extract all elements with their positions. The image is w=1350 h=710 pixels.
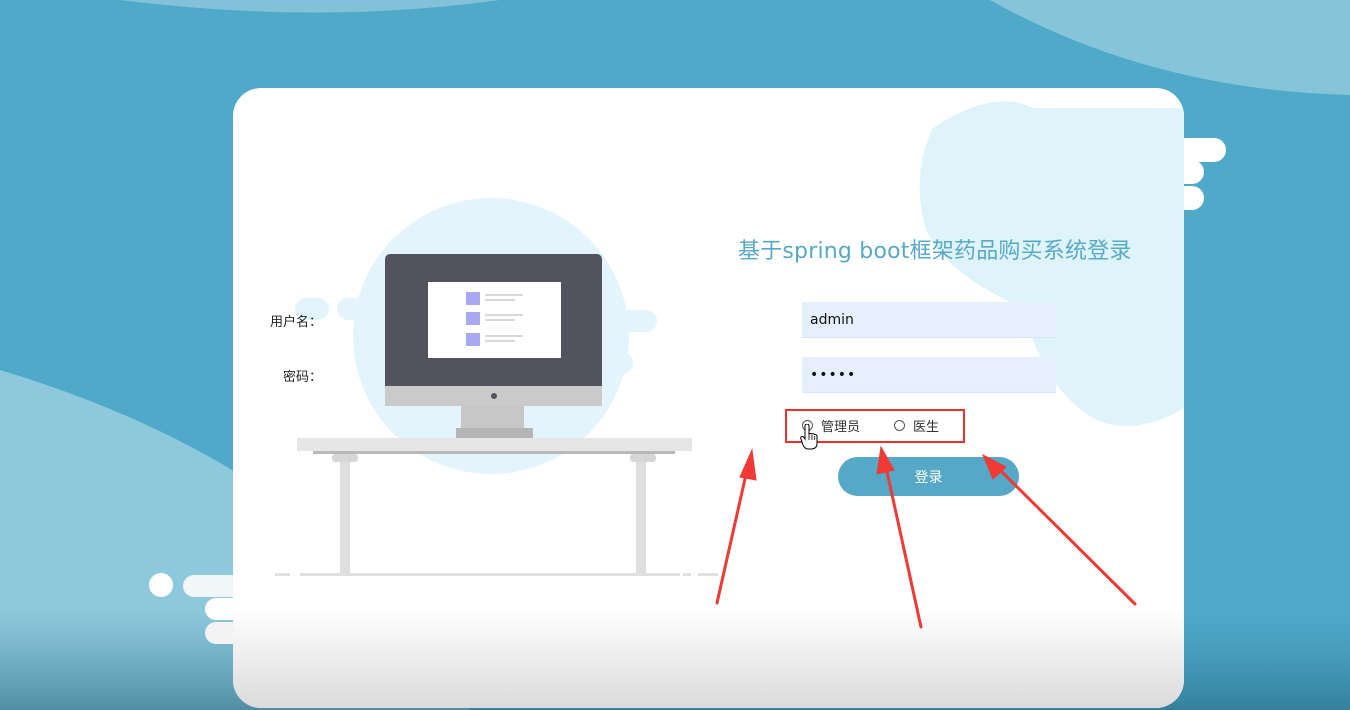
username-input[interactable] bbox=[802, 302, 1056, 338]
login-card: 基于spring boot框架药品购买系统登录 用户名： 密码： 管理员 医生 … bbox=[233, 88, 1184, 708]
hand-pointer-icon bbox=[800, 424, 818, 450]
role-option-doctor[interactable]: 医生 bbox=[894, 416, 939, 435]
login-title: 基于spring boot框架药品购买系统登录 bbox=[738, 239, 1132, 264]
card-bottom-shading bbox=[233, 608, 1184, 708]
username-label: 用户名： bbox=[269, 315, 322, 330]
password-label: 密码： bbox=[282, 370, 322, 385]
role-doctor-label: 医生 bbox=[913, 420, 940, 435]
password-input[interactable] bbox=[802, 357, 1056, 393]
login-button[interactable]: 登录 bbox=[838, 457, 1019, 496]
role-admin-label: 管理员 bbox=[821, 420, 861, 435]
radio-icon[interactable] bbox=[894, 420, 905, 431]
